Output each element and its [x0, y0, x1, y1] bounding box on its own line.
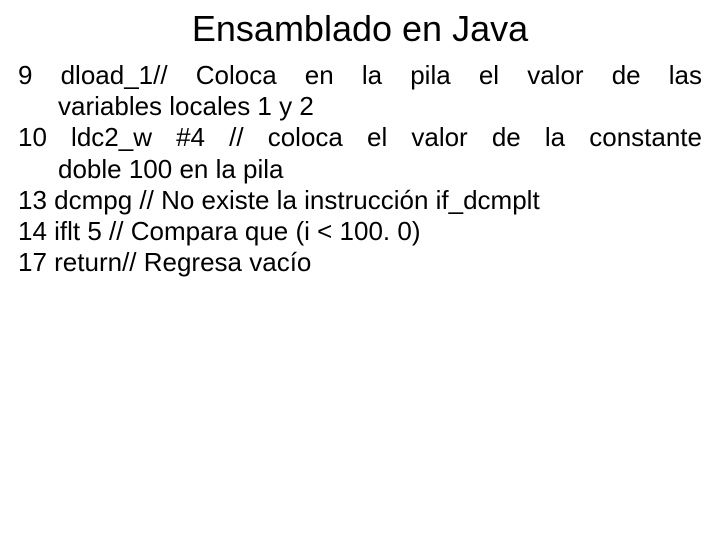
slide-title: Ensamblado en Java [18, 8, 702, 50]
code-line-14: 14 iflt 5 // Compara que (i < 100. 0) [18, 216, 702, 247]
slide-body: 9 dload_1// Coloca en la pila el valor d… [18, 60, 702, 278]
code-line-13: 13 dcmpg // No existe la instrucción if_… [18, 185, 702, 216]
code-line-10-cont: doble 100 en la pila [18, 154, 702, 185]
code-line-9: 9 dload_1// Coloca en la pila el valor d… [18, 60, 702, 91]
code-line-10: 10 ldc2_w #4 // coloca el valor de la co… [18, 122, 702, 153]
code-line-9-cont: variables locales 1 y 2 [18, 91, 702, 122]
code-line-17: 17 return// Regresa vacío [18, 247, 702, 278]
slide: Ensamblado en Java 9 dload_1// Coloca en… [0, 0, 720, 540]
